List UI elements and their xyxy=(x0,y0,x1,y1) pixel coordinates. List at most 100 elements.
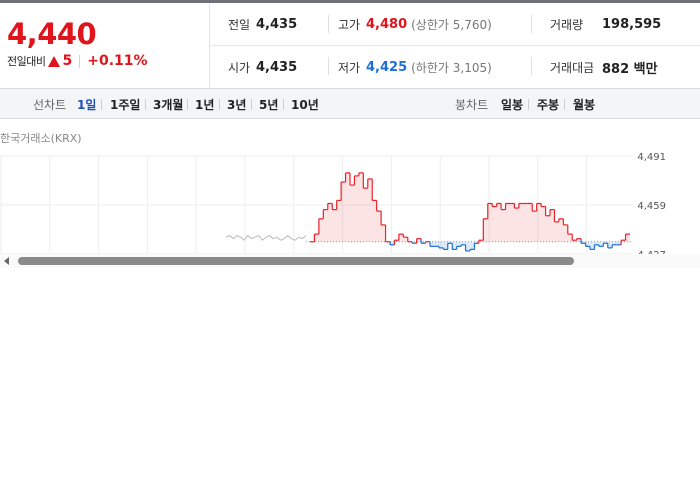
area-segment xyxy=(327,203,333,242)
area-segment xyxy=(318,218,324,242)
divider xyxy=(531,57,532,75)
area-segment xyxy=(350,185,355,242)
area-segment xyxy=(332,209,337,242)
area-segment xyxy=(487,203,493,242)
price-chart: 4,4914,4594,427 xyxy=(0,150,700,255)
scrollbar-thumb[interactable] xyxy=(18,257,574,265)
volume-label: 거래량 xyxy=(550,17,584,32)
prev-close: 전일 4,435 xyxy=(210,3,297,45)
area-segment xyxy=(345,172,350,242)
divider xyxy=(187,99,188,110)
tab-3-years[interactable]: 3년 xyxy=(227,96,246,113)
change-percent: +0.11% xyxy=(87,53,148,69)
area-segment xyxy=(367,178,373,242)
divider xyxy=(528,99,529,110)
trade-amount: 거래대금 882 백만 xyxy=(540,46,658,88)
area-segment xyxy=(483,218,488,242)
scroll-left-icon[interactable] xyxy=(4,257,9,265)
area-segment xyxy=(443,241,448,250)
area-segment xyxy=(363,188,368,242)
amount-value: 882 백만 xyxy=(602,61,658,77)
current-price: 4,440 xyxy=(7,17,97,51)
quote-summary: 4,440 전일대비 5 +0.11% 전일 4,435 고가 4,480 (상… xyxy=(0,3,700,89)
amount-label: 거래대금 xyxy=(550,60,595,75)
y-tick-label: 4,491 xyxy=(637,152,666,163)
high-value: 4,480 xyxy=(366,16,408,32)
divider xyxy=(251,99,252,110)
area-segment xyxy=(372,200,377,242)
tab-1-year[interactable]: 1년 xyxy=(195,96,214,113)
tab-1-day[interactable]: 1일 xyxy=(77,96,96,113)
area-segment xyxy=(523,203,528,242)
price-panel: 4,440 전일대비 5 +0.11% xyxy=(0,3,210,88)
area-segment xyxy=(438,241,444,248)
area-segment xyxy=(492,206,497,242)
area-segment xyxy=(607,241,613,248)
tab-3-months[interactable]: 3개월 xyxy=(153,96,183,113)
open-value: 4,435 xyxy=(256,59,298,75)
area-segment xyxy=(505,203,510,242)
candle-chart-label: 봉차트 xyxy=(455,98,489,112)
divider xyxy=(219,99,220,110)
upper-limit: (상한가 5,760) xyxy=(411,17,492,32)
data-source: 한국거래소(KRX) xyxy=(0,132,82,145)
area-segment xyxy=(470,241,475,250)
high-price: 고가 4,480 (상한가 5,760) xyxy=(320,3,492,45)
area-segment xyxy=(336,200,342,242)
area-segment xyxy=(323,209,328,242)
change-value: 5 xyxy=(62,53,73,69)
tab-daily-candle[interactable]: 일봉 xyxy=(501,96,523,113)
divider xyxy=(564,99,565,110)
area-segment xyxy=(314,234,319,242)
quote-grid: 전일 4,435 고가 4,480 (상한가 5,760) 거래량 198,59… xyxy=(210,3,700,88)
area-segment xyxy=(567,234,573,242)
divider xyxy=(531,15,532,33)
area-segment xyxy=(456,241,462,247)
area-segment xyxy=(403,237,408,242)
volume: 거래량 198,595 xyxy=(540,3,661,45)
volume-value: 198,595 xyxy=(602,16,662,32)
low-price: 저가 4,425 (하한가 3,105) xyxy=(320,46,492,88)
area-segment xyxy=(518,203,524,242)
area-segment xyxy=(510,203,515,242)
area-segment xyxy=(465,241,470,251)
area-segment xyxy=(598,241,604,247)
area-segment xyxy=(341,182,346,242)
tab-1-week[interactable]: 1주일 xyxy=(110,96,140,113)
area-segment xyxy=(354,175,359,242)
chart-tabs: 선차트 1일 1주일 3개월 1년 3년 5년 10년 봉차트 일봉 주봉 월봉 xyxy=(0,89,700,119)
chart-scrollbar[interactable] xyxy=(0,254,700,268)
tab-monthly-candle[interactable]: 월봉 xyxy=(573,96,595,113)
divider xyxy=(101,99,102,110)
area-segment xyxy=(527,203,533,242)
area-segment xyxy=(625,234,630,242)
area-segment xyxy=(358,172,364,242)
up-arrow-icon xyxy=(48,55,61,67)
tab-weekly-candle[interactable]: 주봉 xyxy=(537,96,559,113)
area-segment xyxy=(376,211,382,242)
area-segment xyxy=(554,221,559,242)
prev-close-value: 4,435 xyxy=(256,16,298,32)
area-segment xyxy=(536,203,542,242)
change-label: 전일대비 xyxy=(7,55,46,68)
area-segment xyxy=(514,208,519,242)
area-segment xyxy=(545,215,550,242)
open-label: 시가 xyxy=(228,60,251,75)
tab-10-years[interactable]: 10년 xyxy=(291,96,319,113)
area-segment xyxy=(501,209,506,242)
prev-close-label: 전일 xyxy=(228,17,251,32)
area-segment xyxy=(541,206,546,242)
divider xyxy=(145,99,146,110)
area-segment xyxy=(496,203,502,242)
price-chart-svg: 4,4914,4594,427 xyxy=(0,152,666,255)
high-label: 고가 xyxy=(338,17,361,32)
area-segment xyxy=(452,241,457,250)
y-tick-label: 4,459 xyxy=(637,201,666,212)
area-segment xyxy=(563,224,568,242)
low-label: 저가 xyxy=(338,60,361,75)
line-chart-label: 선차트 xyxy=(33,98,67,112)
area-segment xyxy=(434,241,439,247)
area-segment xyxy=(398,234,404,242)
tab-5-years[interactable]: 5년 xyxy=(259,96,278,113)
area-segment xyxy=(532,211,537,242)
